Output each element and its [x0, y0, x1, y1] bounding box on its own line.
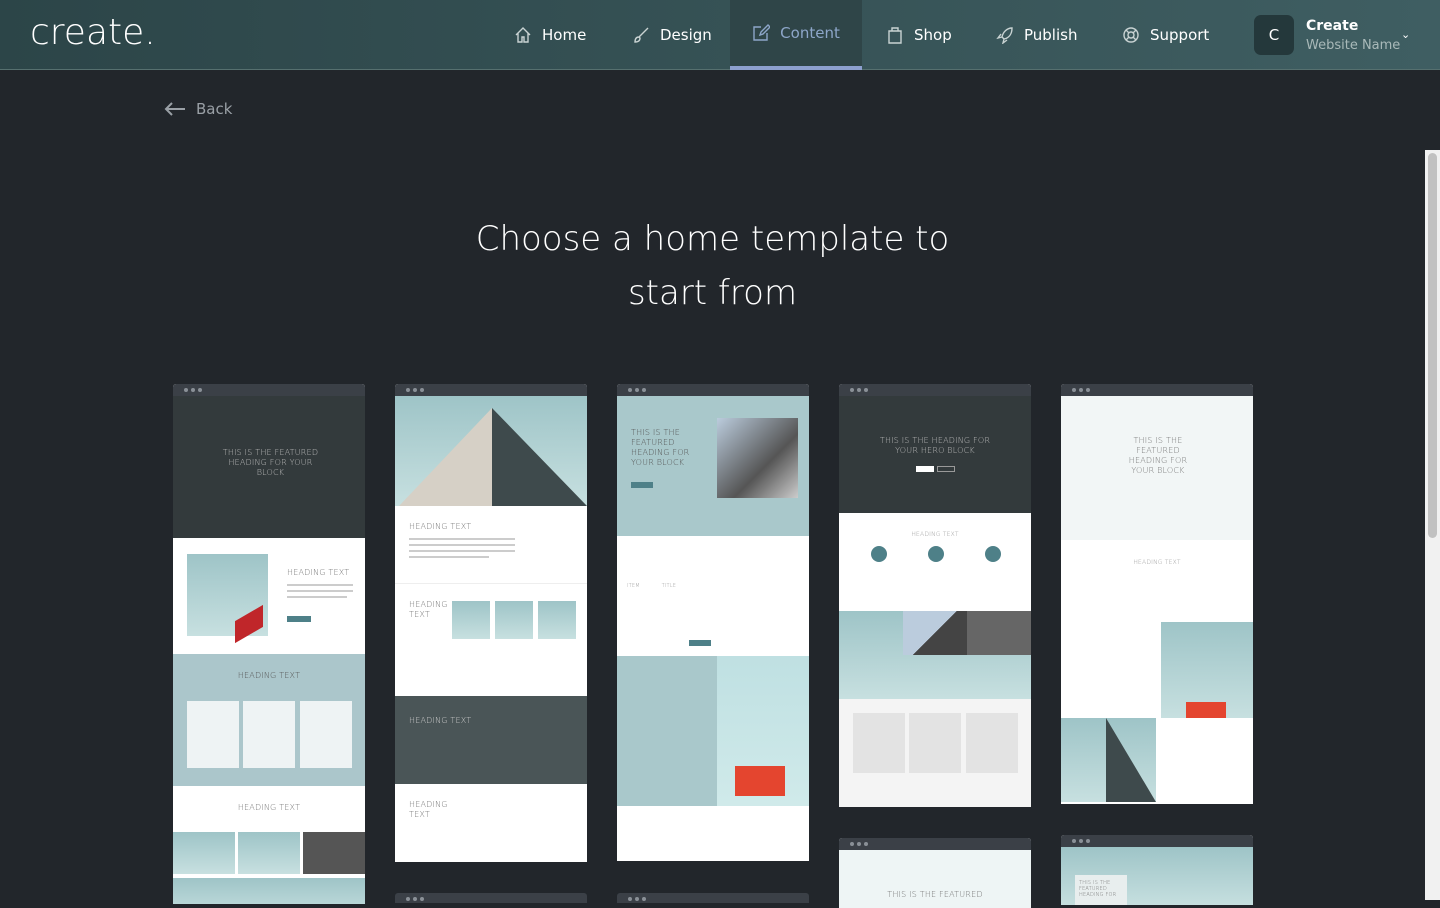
bag-icon: [888, 26, 902, 44]
back-button[interactable]: Back: [164, 100, 232, 118]
window-dots: [395, 893, 587, 903]
window-dots: [395, 384, 587, 396]
hero-heading: This is the heading for your hero block: [879, 436, 991, 455]
back-label: Back: [196, 100, 233, 118]
window-dots: [173, 384, 365, 396]
section-heading: Heading Text: [237, 671, 301, 680]
nav-label: Publish: [1024, 25, 1078, 44]
window-dots: [1061, 384, 1253, 396]
home-icon: [515, 26, 531, 43]
scrollbar-thumb[interactable]: [1428, 153, 1437, 538]
window-dots: [1061, 835, 1253, 847]
section-heading: Heading Text: [409, 600, 448, 619]
template-card-3[interactable]: This is the featured heading for your bl…: [617, 384, 809, 861]
section-heading: Heading Text: [287, 568, 350, 577]
template-card-4[interactable]: This is the heading for your hero block …: [839, 384, 1031, 807]
window-dots: [839, 838, 1031, 850]
avatar[interactable]: C: [1254, 15, 1294, 55]
nav-content[interactable]: Content: [730, 0, 862, 70]
section-heading: Heading Text: [911, 531, 959, 538]
window-dots: [617, 893, 809, 903]
scrollbar[interactable]: [1425, 150, 1440, 900]
rocket-icon: [996, 26, 1013, 44]
window-dots: [617, 384, 809, 396]
hero-heading: This is the featured heading for your bl…: [1128, 436, 1188, 475]
top-navigation-bar: create. Home Design Content Shop Publish…: [0, 0, 1440, 70]
section-heading: Heading Text: [1133, 559, 1181, 566]
hero-heading: This is the featured: [887, 890, 983, 899]
hero-heading: This is the featured heading for your bl…: [631, 428, 690, 467]
section-heading: Heading Text: [409, 716, 472, 725]
template-card-7[interactable]: This is the featured heading for: [1061, 835, 1253, 905]
brush-icon: [634, 27, 649, 43]
template-card-9[interactable]: [617, 893, 809, 903]
nav-shop[interactable]: Shop: [886, 0, 952, 69]
chevron-down-icon[interactable]: ⌄: [1401, 28, 1410, 41]
nav-label: Shop: [914, 25, 952, 44]
edit-icon: [753, 24, 771, 41]
page-title: Choose a home template to start from: [475, 219, 950, 313]
nav-home[interactable]: Home: [514, 0, 586, 69]
logo[interactable]: create.: [30, 12, 156, 53]
template-card-2[interactable]: Heading Text Heading Text Heading Text H…: [395, 384, 587, 862]
account-name[interactable]: Create: [1306, 18, 1358, 34]
nav-label: Support: [1150, 25, 1210, 44]
template-card-6[interactable]: This is the featured: [839, 838, 1031, 908]
template-card-1[interactable]: This is the featured heading for your bl…: [173, 384, 365, 904]
arrow-left-icon: [164, 102, 185, 116]
lifebuoy-icon: [1123, 26, 1139, 43]
template-card-5[interactable]: This is the featured heading for your bl…: [1061, 384, 1253, 804]
nav-design[interactable]: Design: [632, 0, 712, 69]
nav-label: Home: [542, 25, 587, 44]
section-heading: Heading Text: [237, 803, 301, 812]
section-heading: Heading Text: [409, 522, 472, 531]
nav-publish[interactable]: Publish: [996, 0, 1077, 69]
template-card-8[interactable]: [395, 893, 587, 903]
nav-label: Design: [660, 25, 712, 44]
nav-support[interactable]: Support: [1122, 0, 1209, 69]
hero-heading: This is the featured heading for your bl…: [222, 448, 319, 477]
hero-heading: This is the featured heading for: [1079, 880, 1117, 898]
item-title: Item Title: [627, 583, 677, 589]
window-dots: [839, 384, 1031, 396]
nav-label: Content: [780, 24, 840, 42]
section-heading: Heading Text: [409, 800, 448, 819]
website-name[interactable]: Website Name: [1306, 38, 1400, 53]
